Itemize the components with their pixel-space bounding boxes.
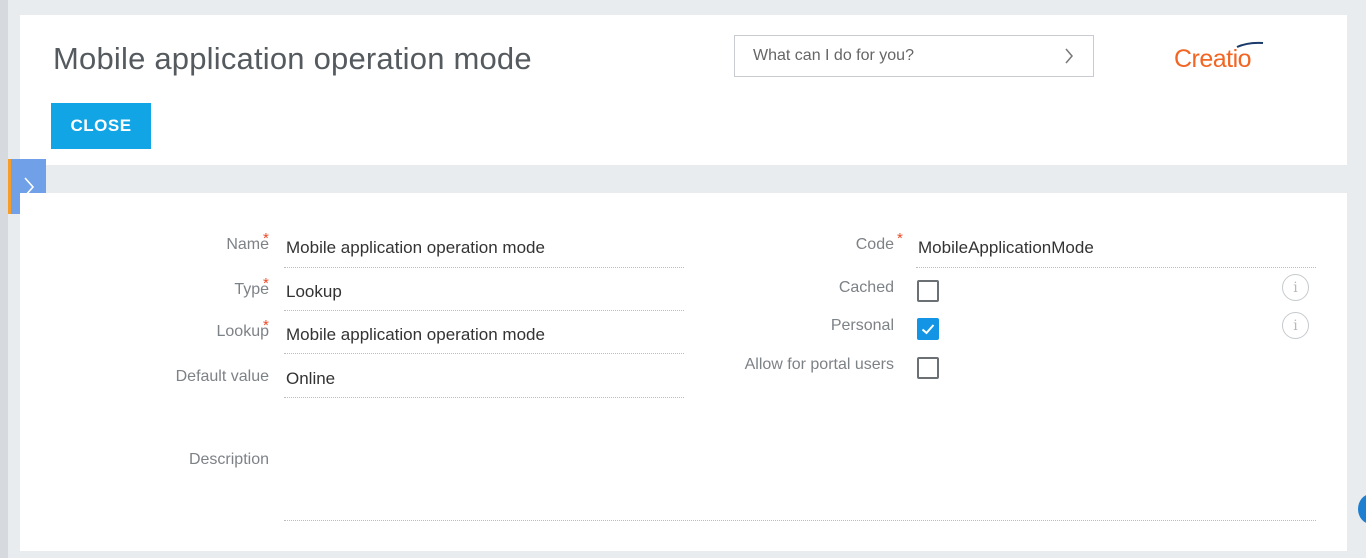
logo-swoosh-icon xyxy=(1236,41,1264,48)
info-icon[interactable]: i xyxy=(1282,312,1309,339)
default-value-underline xyxy=(284,397,684,398)
required-marker: * xyxy=(897,230,903,247)
name-field-underline xyxy=(284,267,684,268)
personal-checkbox[interactable] xyxy=(917,318,939,340)
portal-users-label: Allow for portal users xyxy=(744,356,894,373)
personal-label: Personal xyxy=(830,317,894,334)
close-button[interactable]: CLOSE xyxy=(51,103,151,149)
lookup-label: Lookup xyxy=(216,323,270,340)
required-marker: * xyxy=(263,230,269,247)
floating-action-button[interactable] xyxy=(1358,494,1366,524)
type-field[interactable]: Lookup xyxy=(286,282,342,302)
required-marker: * xyxy=(263,275,269,292)
type-field-underline xyxy=(284,310,684,311)
info-icon[interactable]: i xyxy=(1282,274,1309,301)
search-input[interactable] xyxy=(753,47,1063,65)
cached-checkbox[interactable] xyxy=(917,280,939,302)
header-panel: Mobile application operation mode Creati… xyxy=(20,15,1347,165)
command-search-box[interactable] xyxy=(734,35,1094,77)
name-field[interactable]: Mobile application operation mode xyxy=(286,238,545,258)
creatio-logo[interactable]: Creatio xyxy=(1174,35,1284,75)
page-title: Mobile application operation mode xyxy=(53,41,532,76)
code-field-underline xyxy=(916,267,1316,268)
form-panel: Name * Mobile application operation mode… xyxy=(20,193,1347,551)
description-label: Description xyxy=(188,451,269,468)
lookup-field[interactable]: Mobile application operation mode xyxy=(286,325,545,345)
check-icon xyxy=(921,324,935,335)
code-field[interactable]: MobileApplicationMode xyxy=(918,238,1094,258)
cached-label: Cached xyxy=(838,279,894,296)
code-label: Code xyxy=(855,236,894,253)
description-field[interactable] xyxy=(284,425,1316,519)
left-edge-strip xyxy=(0,0,8,558)
lookup-field-underline xyxy=(284,353,684,354)
required-marker: * xyxy=(263,317,269,334)
description-underline xyxy=(284,520,1316,521)
portal-users-checkbox[interactable] xyxy=(917,357,939,379)
chevron-right-icon[interactable] xyxy=(1063,48,1075,64)
default-value-field[interactable]: Online xyxy=(286,369,335,389)
default-value-label: Default value xyxy=(175,368,269,385)
